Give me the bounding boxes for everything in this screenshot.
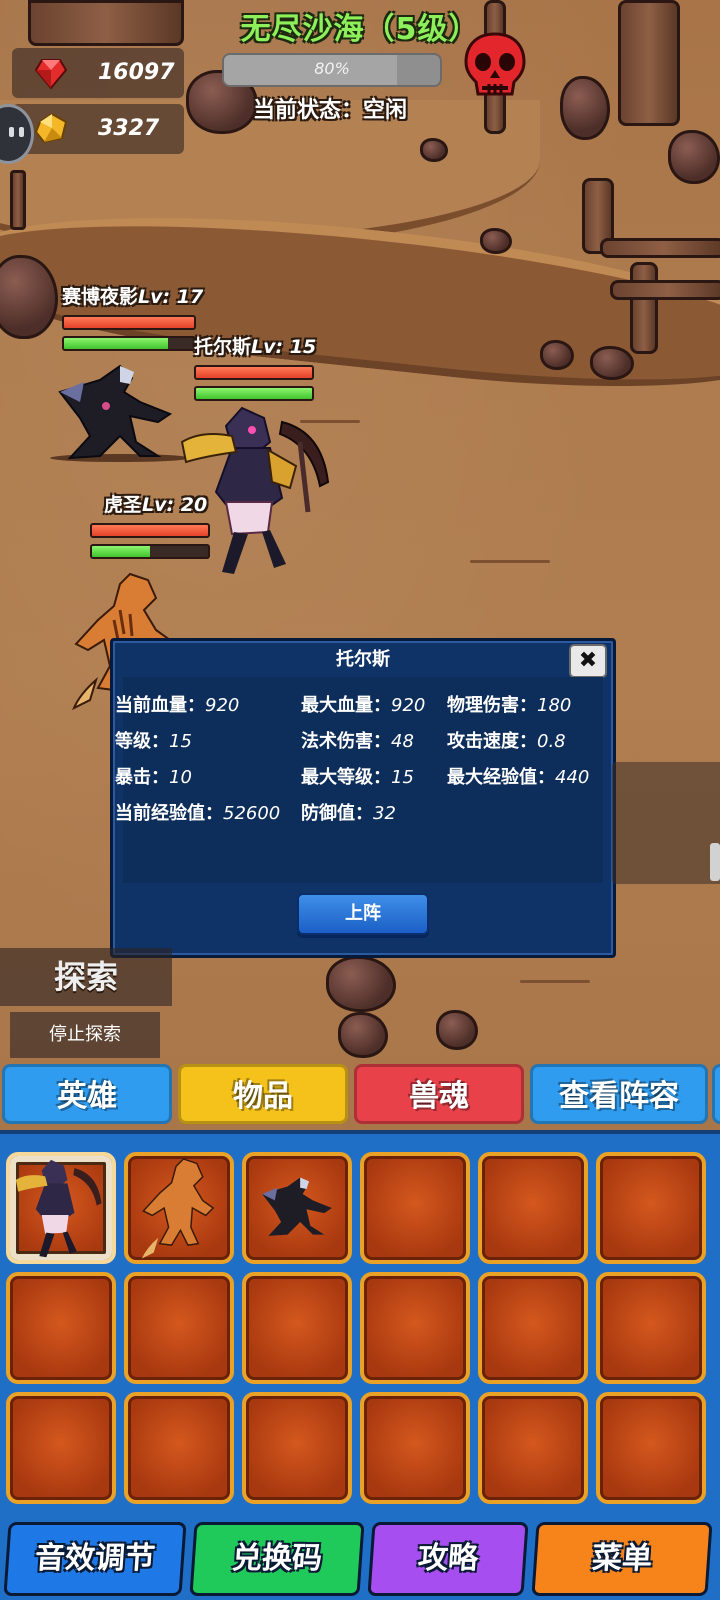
- hero-name: 托尔斯Lv: 15: [194, 336, 317, 358]
- progress-text: 80%: [314, 59, 350, 78]
- tab-items[interactable]: 物品: [178, 1064, 348, 1124]
- rock: [540, 340, 574, 370]
- stat-attack-speed: 攻击速度：0.8: [447, 731, 566, 752]
- xp-fill: [92, 546, 150, 557]
- rock: [436, 1010, 478, 1050]
- rock: [560, 76, 610, 140]
- stat-magic-damage: 法术伤害：48: [301, 731, 414, 752]
- gold-count: 3327: [98, 116, 160, 141]
- rock: [338, 1012, 388, 1058]
- explore-title: 探索: [0, 948, 172, 1006]
- stat-crit: 暴击：10: [115, 767, 192, 788]
- inventory-slot-empty[interactable]: [6, 1392, 116, 1504]
- handle-dot: [19, 127, 24, 137]
- wooden-post: [10, 170, 26, 230]
- redeem-code-button[interactable]: 兑换码: [189, 1522, 365, 1596]
- gold-resource: 3327: [12, 104, 184, 154]
- stat-max-exp: 最大经验值：440: [447, 767, 590, 788]
- tiger-saint-portrait: [141, 1158, 215, 1259]
- cyber-nightshade-sprite[interactable]: [40, 362, 190, 466]
- inventory-slot-cyber-nightshade[interactable]: [242, 1152, 352, 1264]
- torrs-sprite[interactable]: [172, 402, 346, 578]
- hero-xp-bar: [194, 386, 314, 401]
- gold-gem-icon: [34, 112, 68, 144]
- hero-hp-bar: [62, 315, 196, 330]
- tab-bar: 英雄 物品 兽魂 查看阵容: [0, 1060, 720, 1128]
- cyber-nightshade-portrait: [262, 1177, 332, 1236]
- stop-explore-button[interactable]: 停止探索: [10, 1012, 160, 1058]
- xp-fill: [64, 338, 168, 349]
- ruby-resource: 16097: [12, 48, 184, 98]
- stat-defense: 防御值：32: [301, 803, 396, 824]
- ground-crack: [470, 560, 550, 563]
- stat-current-hp: 当前血量：920: [115, 695, 240, 716]
- inventory-slot-empty[interactable]: [360, 1272, 470, 1384]
- status-text: 当前状态：空闲: [252, 98, 407, 123]
- deploy-button[interactable]: 上阵: [297, 893, 429, 935]
- handle-dot: [9, 127, 14, 137]
- inventory-slot-empty[interactable]: [360, 1392, 470, 1504]
- stat-max-hp: 最大血量：920: [301, 695, 426, 716]
- fence-rail: [610, 280, 720, 300]
- hero-inventory-grid: [0, 1130, 720, 1524]
- exploration-progress-bar: 80%: [222, 53, 442, 87]
- hero-name: 赛博夜影Lv: 17: [62, 286, 204, 308]
- bottom-menu-bar: 音效调节 兑换码 攻略 菜单: [0, 1518, 720, 1600]
- scrollbar-thumb[interactable]: [710, 843, 720, 881]
- inventory-slot-empty[interactable]: [596, 1272, 706, 1384]
- hero-xp-bar: [62, 336, 196, 351]
- inventory-slot-empty[interactable]: [6, 1272, 116, 1384]
- inventory-slot-empty[interactable]: [596, 1152, 706, 1264]
- rock: [590, 346, 634, 380]
- tab-view-lineup[interactable]: 查看阵容: [530, 1064, 708, 1124]
- fence-post: [630, 262, 658, 354]
- guide-button[interactable]: 攻略: [367, 1522, 529, 1596]
- hero-tag-cyber-nightshade: 赛博夜影Lv: 17: [62, 282, 203, 351]
- dialog-title: 托尔斯: [336, 649, 390, 670]
- hp-fill: [64, 317, 194, 328]
- rock: [326, 956, 396, 1012]
- inventory-slot-empty[interactable]: [124, 1272, 234, 1384]
- wooden-machine: [28, 0, 184, 46]
- stats-panel: 当前血量：920 最大血量：920 物理伤害：180 等级：15 法术伤害：48…: [115, 677, 603, 883]
- menu-button[interactable]: 菜单: [531, 1522, 713, 1596]
- inventory-slot-empty[interactable]: [596, 1392, 706, 1504]
- ruby-count: 16097: [98, 60, 175, 85]
- fence-rail: [600, 238, 720, 258]
- stat-current-exp: 当前经验值：52600: [115, 803, 281, 824]
- hero-info-dialog: 托尔斯 ✖ 当前血量：920 最大血量：920 物理伤害：180 等级：15 法…: [110, 638, 616, 958]
- inventory-slot-empty[interactable]: [478, 1152, 588, 1264]
- stat-level: 等级：15: [115, 731, 192, 752]
- sound-settings-button[interactable]: 音效调节: [3, 1522, 187, 1596]
- inventory-slot-empty[interactable]: [478, 1272, 588, 1384]
- ground-crack: [520, 980, 590, 983]
- ruby-gem-icon: [34, 59, 68, 90]
- rock: [420, 138, 448, 162]
- torrs-portrait: [15, 1159, 102, 1258]
- skull-boss-icon[interactable]: [460, 30, 530, 104]
- rock: [480, 228, 512, 254]
- hp-fill: [196, 367, 312, 378]
- inventory-slot-empty[interactable]: [478, 1392, 588, 1504]
- close-x-icon[interactable]: ✖: [569, 644, 607, 678]
- inventory-slot-torrs[interactable]: [6, 1152, 116, 1264]
- tab-heroes[interactable]: 英雄: [2, 1064, 172, 1124]
- tab-beast-souls[interactable]: 兽魂: [354, 1064, 524, 1124]
- rock: [668, 130, 720, 184]
- stat-max-level: 最大等级：15: [301, 767, 414, 788]
- inventory-slot-tiger-saint[interactable]: [124, 1152, 234, 1264]
- hero-hp-bar: [194, 365, 314, 380]
- side-panel: [612, 762, 720, 884]
- hero-tag-torrs: 托尔斯Lv: 15: [194, 332, 316, 401]
- stat-physical-damage: 物理伤害：180: [447, 695, 572, 716]
- inventory-slot-empty[interactable]: [242, 1272, 352, 1384]
- inventory-slot-empty[interactable]: [124, 1392, 234, 1504]
- xp-fill: [196, 388, 312, 399]
- inventory-slot-empty[interactable]: [360, 1152, 470, 1264]
- inventory-slot-empty[interactable]: [242, 1392, 352, 1504]
- tab-overflow[interactable]: [712, 1064, 720, 1124]
- wooden-post: [618, 0, 680, 126]
